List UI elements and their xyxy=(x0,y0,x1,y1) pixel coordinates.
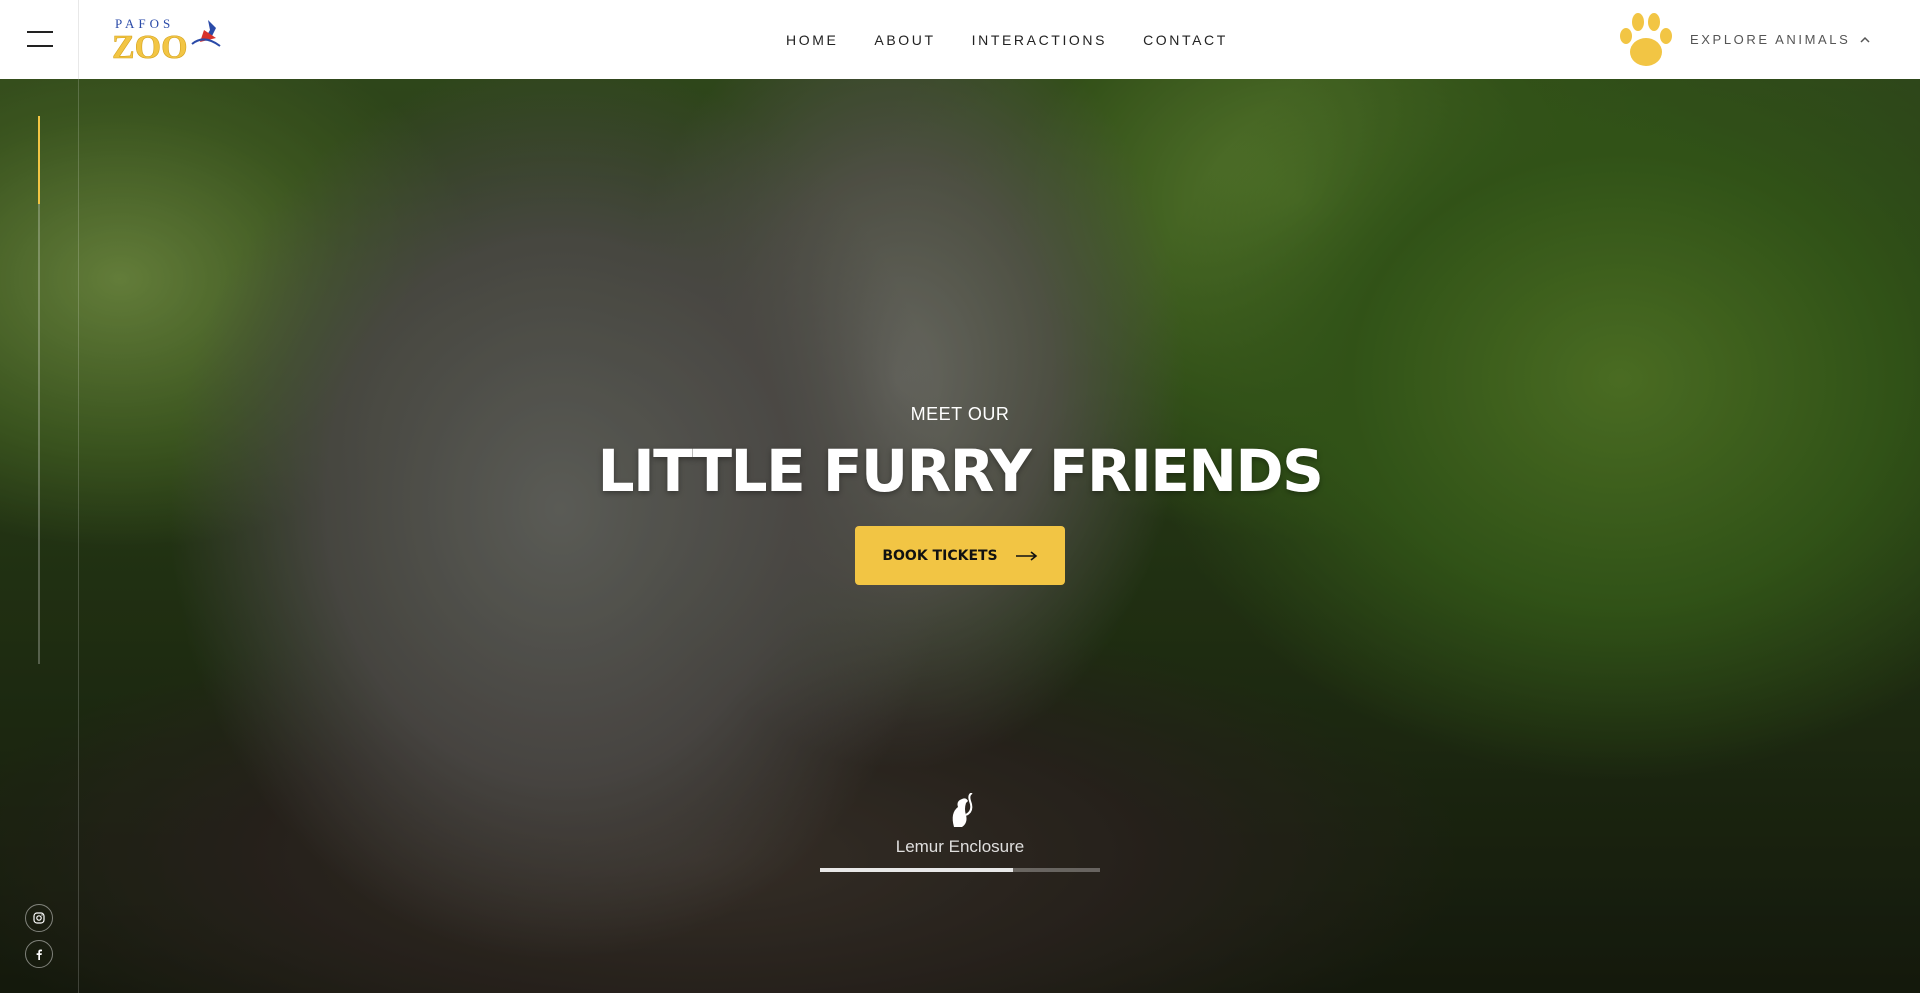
instagram-link[interactable] xyxy=(25,904,53,932)
menu-button[interactable] xyxy=(0,0,79,79)
hamburger-icon xyxy=(27,31,53,47)
facebook-icon xyxy=(36,949,42,960)
vertical-progress-fill xyxy=(38,116,40,204)
book-tickets-label: BOOK TICKETS xyxy=(882,547,998,564)
slide-progress-fill xyxy=(820,868,1014,872)
paw-icon xyxy=(1620,13,1672,66)
logo-main-text: ZOO xyxy=(112,29,188,64)
nav-about[interactable]: ABOUT xyxy=(874,32,935,48)
book-tickets-button[interactable]: BOOK TICKETS xyxy=(855,526,1065,585)
enclosure-label: Lemur Enclosure xyxy=(895,837,1025,856)
vertical-progress-track xyxy=(38,116,40,664)
lemur-icon xyxy=(952,793,973,827)
nav-home[interactable]: HOME xyxy=(786,32,838,48)
left-rail xyxy=(0,79,79,993)
site-header: PAFOS ZOO HOME ABOUT INTERACTIONS CONTAC… xyxy=(0,0,1920,80)
hero-eyebrow: MEET OUR xyxy=(910,404,1010,424)
hero-headline: LITTLE FURRY FRIENDS xyxy=(597,437,1324,505)
instagram-icon xyxy=(33,912,45,924)
chevron-up-icon xyxy=(1860,36,1870,43)
facebook-link[interactable] xyxy=(25,940,53,968)
zoo-logo[interactable]: PAFOS ZOO xyxy=(112,14,222,66)
main-nav: HOME ABOUT INTERACTIONS CONTACT xyxy=(786,0,1228,79)
arrow-right-icon xyxy=(1015,550,1037,561)
explore-animals-dropdown[interactable]: EXPLORE ANIMALS xyxy=(1690,0,1870,79)
slide-progress-bar[interactable] xyxy=(820,868,1100,872)
explore-animals-label: EXPLORE ANIMALS xyxy=(1690,32,1851,47)
nav-contact[interactable]: CONTACT xyxy=(1143,32,1228,48)
nav-interactions[interactable]: INTERACTIONS xyxy=(972,32,1107,48)
hero-section: MEET OUR LITTLE FURRY FRIENDS BOOK TICKE… xyxy=(0,79,1920,993)
